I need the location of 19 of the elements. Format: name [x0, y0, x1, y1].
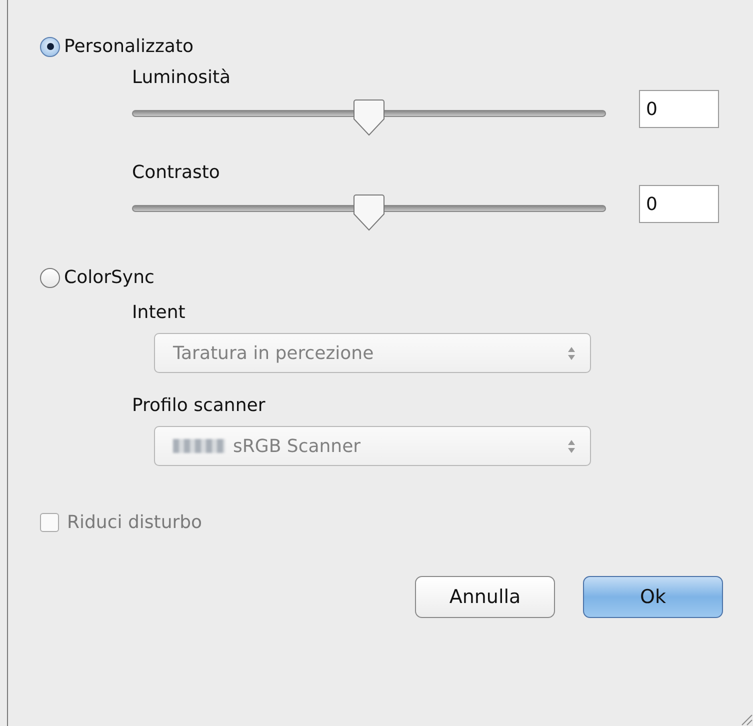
radio-label: ColorSync: [64, 267, 154, 288]
radio-button[interactable]: [40, 36, 60, 56]
field-label: Profilo scanner: [132, 395, 266, 416]
ok-button[interactable]: Ok: [583, 576, 723, 618]
slider-label: Luminosità: [132, 67, 231, 88]
resize-grip-icon[interactable]: [739, 712, 753, 726]
slider-thumb[interactable]: [353, 99, 385, 137]
value-field[interactable]: 0: [639, 185, 719, 223]
value-field[interactable]: 0: [639, 90, 719, 128]
cancel-button[interactable]: Annulla: [415, 576, 555, 618]
radio-label: Personalizzato: [64, 36, 194, 57]
field-label: Intent: [132, 302, 186, 323]
updown-arrows-icon: [567, 438, 576, 454]
blurred-block: [173, 439, 225, 453]
slider-thumb[interactable]: [353, 194, 385, 232]
updown-arrows-icon: [567, 346, 576, 360]
radio-button[interactable]: [40, 268, 60, 288]
checkbox-label: Riduci disturbo: [67, 512, 202, 533]
slider-label: Contrasto: [132, 162, 220, 183]
